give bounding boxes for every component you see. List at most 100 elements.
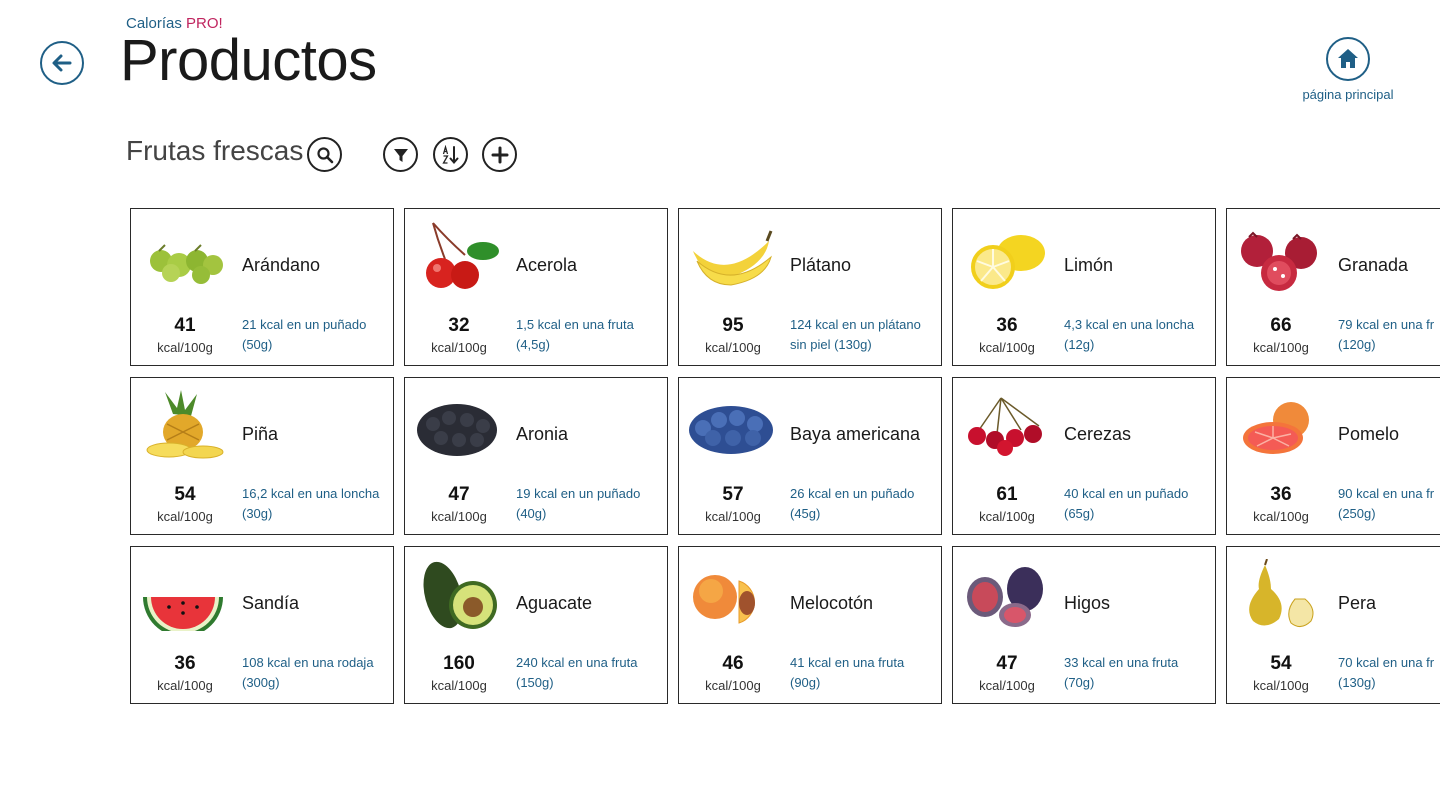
product-kcal-unit: kcal/100g: [431, 509, 487, 524]
product-kcal-unit: kcal/100g: [157, 340, 213, 355]
product-kcal-unit: kcal/100g: [157, 678, 213, 693]
lemon-icon: [961, 221, 1051, 293]
pear-icon: [1235, 559, 1325, 631]
product-name: Aguacate: [516, 593, 593, 613]
portion-line-1: 90 kcal en una fr: [1338, 486, 1435, 501]
product-portion: 40 kcal en un puñado (65g): [1064, 484, 1214, 524]
product-name: Limón: [1064, 255, 1114, 275]
product-portion: 79 kcal en una fr (120g): [1338, 315, 1440, 355]
product-kcal: 32: [448, 315, 470, 336]
product-portion: 41 kcal en una fruta (90g): [790, 653, 940, 693]
portion-line-2: (130g): [1338, 675, 1376, 690]
product-name: Arándano: [242, 255, 321, 275]
product-portion: 16,2 kcal en una loncha (30g): [242, 484, 392, 524]
product-kcal: 36: [174, 653, 196, 674]
product-name: Baya americana: [790, 424, 921, 444]
product-card[interactable]: Cerezas 61 kcal/100g 40 kcal en un puñado (6…: [952, 377, 1216, 535]
product-card[interactable]: Granada 66 kcal/100g 79 kcal en una fr (120g…: [1226, 208, 1440, 366]
portion-line-2: sin piel (130g): [790, 337, 872, 352]
product-kcal-unit: kcal/100g: [979, 340, 1035, 355]
portion-line-2: (50g): [242, 337, 273, 352]
portion-line-1: 240 kcal en una fruta: [516, 655, 638, 670]
product-card[interactable]: Sandía 36 kcal/100g 108 kcal en una rodaja (…: [130, 546, 394, 704]
portion-line-1: 41 kcal en una fruta: [790, 655, 905, 670]
product-name: Melocotón: [790, 593, 874, 613]
product-name: Piña: [242, 424, 279, 444]
product-portion: 33 kcal en una fruta (70g): [1064, 653, 1214, 693]
product-kcal-unit: kcal/100g: [1253, 678, 1309, 693]
product-card[interactable]: Pera 54 kcal/100g 70 kcal en una fr (130g): [1226, 546, 1440, 704]
plus-icon: [491, 146, 508, 163]
search-icon: [316, 146, 333, 163]
portion-line-2: (12g): [1064, 337, 1095, 352]
category-title: Frutas frescas: [126, 135, 304, 166]
product-card[interactable]: Aguacate 160 kcal/100g 240 kcal en una frut…: [404, 546, 668, 704]
product-card[interactable]: Acerola 32 kcal/100g 1,5 kcal en una fruta (…: [404, 208, 668, 366]
product-kcal: 36: [1270, 484, 1292, 505]
product-card[interactable]: Limón 36 kcal/100g 4,3 kcal en una loncha (1…: [952, 208, 1216, 366]
portion-line-2: (30g): [242, 506, 273, 521]
portion-line-1: 16,2 kcal en una loncha: [242, 486, 380, 501]
product-portion: 70 kcal en una fr (130g): [1338, 653, 1440, 693]
product-name: Cerezas: [1064, 424, 1132, 444]
home-label[interactable]: página principal: [1288, 87, 1408, 102]
product-card[interactable]: Pomelo 36 kcal/100g 90 kcal en una fr (250g): [1226, 377, 1440, 535]
product-kcal-unit: kcal/100g: [979, 509, 1035, 524]
portion-line-1: 79 kcal en una fr: [1338, 317, 1435, 332]
product-name: Aronia: [516, 424, 569, 444]
product-card[interactable]: Arándano 41 kcal/100g 21 kcal en un puñado (…: [130, 208, 394, 366]
product-kcal: 54: [174, 484, 196, 505]
product-card[interactable]: Plátano 95 kcal/100g 124 kcal en un plátano…: [678, 208, 942, 366]
home-icon: [1338, 49, 1358, 68]
product-kcal-unit: kcal/100g: [431, 678, 487, 693]
sort-az-icon: [441, 144, 458, 164]
product-card[interactable]: Melocotón 46 kcal/100g 41 kcal en una fruta…: [678, 546, 942, 704]
product-kcal: 61: [996, 484, 1018, 505]
product-name: Sandía: [242, 593, 300, 613]
product-kcal: 36: [996, 315, 1018, 336]
product-portion: 4,3 kcal en una loncha (12g): [1064, 315, 1214, 355]
arrow-left-icon: [52, 54, 72, 72]
product-portion: 1,5 kcal en una fruta (4,5g): [516, 315, 666, 355]
product-kcal: 47: [448, 484, 470, 505]
home-button[interactable]: [1326, 37, 1370, 81]
peach-icon: [687, 559, 777, 631]
product-kcal-unit: kcal/100g: [1253, 509, 1309, 524]
product-kcal-unit: kcal/100g: [431, 340, 487, 355]
add-button[interactable]: [482, 137, 517, 172]
portion-line-1: 1,5 kcal en una fruta: [516, 317, 634, 332]
search-button[interactable]: [307, 137, 342, 172]
product-portion: 124 kcal en un plátano sin piel (130g): [790, 315, 940, 355]
product-kcal: 95: [722, 315, 744, 336]
watermelon-icon: [139, 559, 229, 631]
back-button[interactable]: [40, 41, 84, 85]
product-kcal-unit: kcal/100g: [705, 678, 761, 693]
portion-line-1: 70 kcal en una fr: [1338, 655, 1435, 670]
product-portion: 240 kcal en una fruta (150g): [516, 653, 666, 693]
banana-icon: [687, 221, 777, 293]
page-title: Productos: [120, 28, 377, 93]
product-name: Granada: [1338, 255, 1409, 275]
filter-icon: [393, 148, 408, 162]
product-card[interactable]: Higos 47 kcal/100g 33 kcal en una fruta (70g…: [952, 546, 1216, 704]
product-name: Pera: [1338, 593, 1377, 613]
product-card[interactable]: Aronia 47 kcal/100g 19 kcal en un puñado (40…: [404, 377, 668, 535]
product-card[interactable]: Piña 54 kcal/100g 16,2 kcal en una loncha (3…: [130, 377, 394, 535]
portion-line-2: (150g): [516, 675, 554, 690]
portion-line-1: 21 kcal en un puñado: [242, 317, 367, 332]
product-name: Acerola: [516, 255, 578, 275]
filter-button[interactable]: [383, 137, 418, 172]
portion-line-2: (40g): [516, 506, 547, 521]
portion-line-2: (120g): [1338, 337, 1376, 352]
product-card[interactable]: Baya americana 57 kcal/100g 26 kcal en un p…: [678, 377, 942, 535]
product-name: Plátano: [790, 255, 852, 275]
portion-line-1: 26 kcal en un puñado: [790, 486, 915, 501]
portion-line-2: (90g): [790, 675, 821, 690]
cherries-icon: [961, 390, 1051, 462]
product-kcal-unit: kcal/100g: [979, 678, 1035, 693]
product-name: Pomelo: [1338, 424, 1400, 444]
product-portion: 21 kcal en un puñado (50g): [242, 315, 392, 355]
blueberries-icon: [687, 390, 777, 462]
sort-button[interactable]: [433, 137, 468, 172]
product-kcal-unit: kcal/100g: [705, 340, 761, 355]
